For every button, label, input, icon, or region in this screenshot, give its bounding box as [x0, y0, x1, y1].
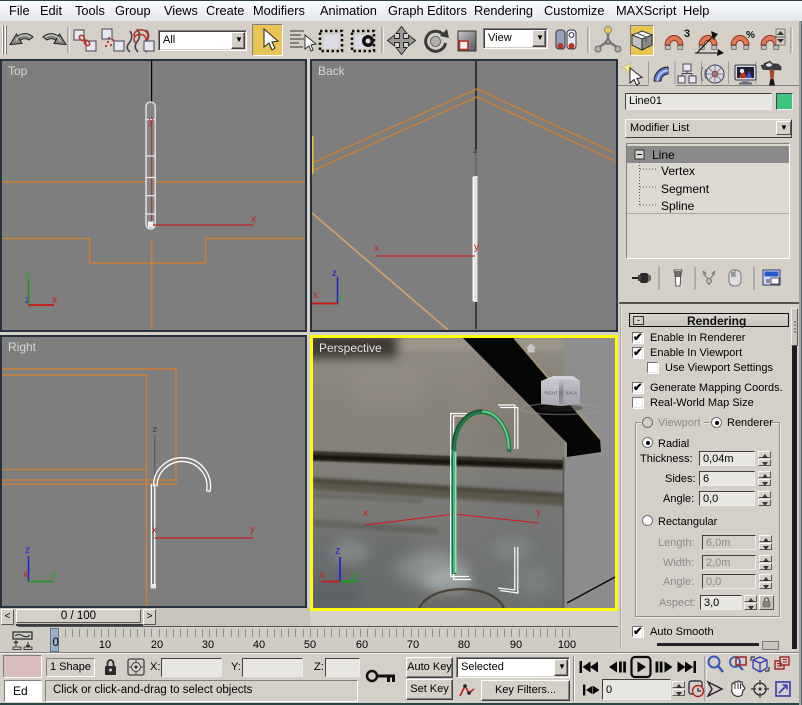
svg-text:x: x: [152, 525, 157, 536]
svg-text:x: x: [374, 243, 379, 254]
svg-text:y: y: [51, 569, 56, 580]
svg-text:y: y: [338, 292, 343, 303]
svg-text:y: y: [149, 116, 154, 127]
svg-text:x: x: [23, 569, 28, 580]
svg-text:z: z: [473, 145, 478, 155]
svg-text:z: z: [335, 545, 341, 557]
svg-text:3: 3: [684, 28, 690, 40]
svg-text:y: y: [353, 569, 359, 581]
svg-text:x: x: [319, 569, 325, 581]
svg-text:x: x: [363, 508, 368, 519]
svg-text:z: z: [25, 545, 30, 556]
svg-text:x: x: [251, 214, 256, 225]
svg-text:z: z: [153, 424, 158, 434]
svg-text:x: x: [313, 290, 318, 301]
svg-text:y: y: [474, 242, 479, 253]
svg-text:y: y: [25, 270, 30, 281]
svg-text:y: y: [250, 524, 255, 535]
svg-text:%: %: [746, 30, 755, 41]
svg-text:y: y: [536, 507, 541, 518]
svg-text:RIGHT: RIGHT: [545, 391, 559, 396]
svg-text:BACK: BACK: [566, 391, 578, 396]
svg-text:z: z: [332, 268, 337, 279]
